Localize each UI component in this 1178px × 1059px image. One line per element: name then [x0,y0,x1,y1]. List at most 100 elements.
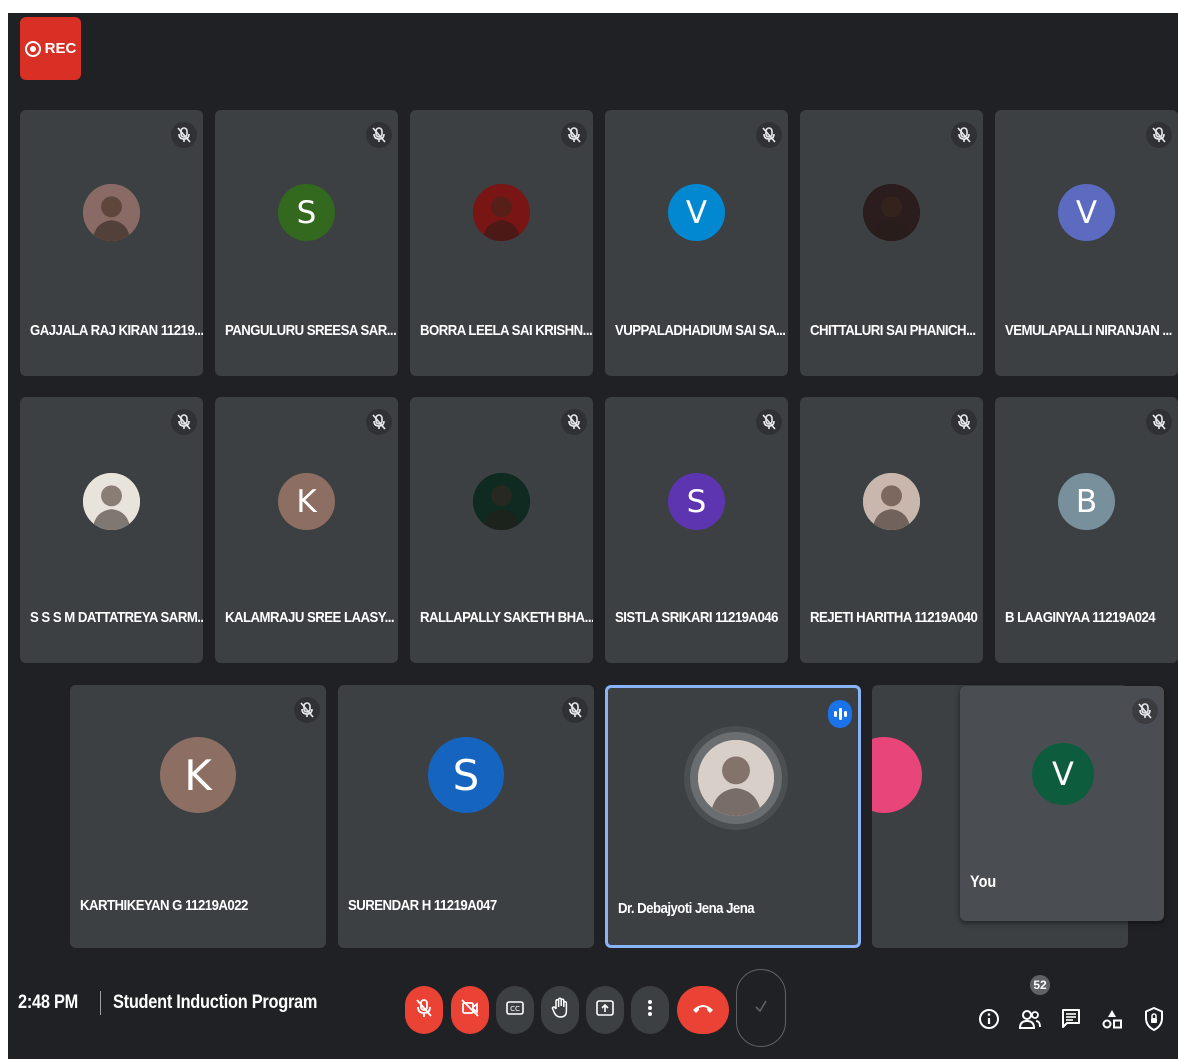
meeting-info: 2:48 PM Student Induction Program [18,991,350,1015]
svg-text:CC: CC [510,1005,520,1013]
mic-off-icon [366,409,392,435]
hidden-tool-button[interactable] [736,969,786,1047]
captions-button[interactable]: CC [496,986,534,1034]
meeting-details-button[interactable] [973,1005,1005,1037]
participant-tile[interactable]: GAJJALA RAJ KIRAN 11219... [20,110,203,376]
mic-off-icon [561,122,587,148]
more-options-icon [647,999,653,1022]
participant-name: REJETI HARITHA 11219A040 [810,609,978,626]
participant-name: GAJJALA RAJ KIRAN 11219... [30,322,203,339]
participant-name: VEMULAPALLI NIRANJAN ... [1005,322,1172,339]
mic-toggle-button[interactable] [405,986,443,1034]
participant-name: KALAMRAJU SREE LAASY... [225,609,395,626]
participant-tile[interactable]: REJETI HARITHA 11219A040 [800,397,983,663]
participant-avatar [698,740,774,816]
activities-icon [1101,1008,1123,1035]
mic-off-icon [1146,122,1172,148]
participant-name: CHITTALURI SAI PHANICH... [810,322,976,339]
mic-off-icon [171,122,197,148]
participant-tile[interactable]: S SURENDAR H 11219A047 [338,685,594,948]
participant-tile[interactable]: K KARTHIKEYAN G 11219A022 [70,685,326,948]
avatar-initial: S [686,483,707,520]
participant-tile[interactable]: CHITTALURI SAI PHANICH... [800,110,983,376]
participant-avatar: S [428,737,504,813]
camera-toggle-button[interactable] [451,986,489,1034]
participant-name: SURENDAR H 11219A047 [348,897,497,914]
participant-tile[interactable]: K KALAMRAJU SREE LAASY... [215,397,398,663]
participant-name: VUPPALADHADIUM SAI SA... [615,322,786,339]
avatar-initial: V [685,194,708,231]
mic-off-icon [171,409,197,435]
avatar-initial: S [296,194,317,231]
avatar-initial: K [296,483,317,520]
participant-name: B LAAGINYAA 11219A024 [1005,609,1156,626]
host-controls-button[interactable] [1138,1005,1170,1037]
participant-tile[interactable]: V VUPPALADHADIUM SAI SA... [605,110,788,376]
participant-tile[interactable]: S PANGULURU SREESA SAR... [215,110,398,376]
participant-name: S S S M DATTATREYA SARM... [30,609,203,626]
chat-button[interactable] [1055,1005,1087,1037]
participant-name: Dr. Debajyoti Jena Jena [618,900,755,917]
mic-off-icon [1132,698,1158,724]
participant-name: SISTLA SRIKARI 11219A046 [615,609,778,626]
mic-off-icon [366,122,392,148]
participant-tile[interactable]: Dr. Debajyoti Jena Jena [605,685,861,948]
mic-off-icon [756,409,782,435]
participant-name: BORRA LEELA SAI KRISHN... [420,322,593,339]
participant-tile[interactable]: S SISTLA SRIKARI 11219A046 [605,397,788,663]
mic-off-icon [416,998,432,1023]
divider [99,991,101,1015]
participant-count: 52 [1033,978,1047,992]
participant-avatar [872,737,922,813]
participant-avatar: K [278,473,335,530]
self-avatar: V [1032,743,1094,805]
activities-button[interactable] [1096,1005,1128,1037]
participant-tile[interactable]: BORRA LEELA SAI KRISHN... [410,110,593,376]
participant-name: KARTHIKEYAN G 11219A022 [80,897,248,914]
chat-icon [1061,1008,1081,1035]
mic-off-icon [951,122,977,148]
mic-off-icon [562,697,588,723]
participant-avatar [473,473,530,530]
info-icon [978,1008,1000,1035]
people-button[interactable] [1014,1005,1046,1037]
meeting-stage: REC GAJJALA RAJ KIRAN 11219... S PANGULURU… [8,13,1178,1059]
record-icon [24,40,41,57]
self-view-label: You [970,872,997,891]
leave-call-icon [691,1001,715,1019]
recording-label: REC [44,40,77,57]
host-controls-icon [1144,1006,1164,1036]
participant-tile[interactable]: V VEMULAPALLI NIRANJAN ... [995,110,1178,376]
participant-name: PANGULURU SREESA SAR... [225,322,397,339]
participant-avatar: S [668,473,725,530]
participant-avatar: S [278,184,335,241]
captions-icon: CC [506,1000,524,1020]
self-view-tile[interactable]: V You [960,686,1164,921]
participant-tile[interactable]: B B LAAGINYAA 11219A024 [995,397,1178,663]
participant-avatar [83,473,140,530]
recording-indicator: REC [20,17,81,80]
participant-avatar [863,184,920,241]
participant-avatar: V [668,184,725,241]
participant-avatar: V [1058,184,1115,241]
participant-avatar [863,473,920,530]
participant-tile[interactable]: S S S M DATTATREYA SARM... [20,397,203,663]
mic-off-icon [756,122,782,148]
participant-avatar [83,184,140,241]
participant-avatar: B [1058,473,1115,530]
more-options-button[interactable] [631,986,669,1034]
raise-hand-button[interactable] [541,986,579,1034]
avatar-initial: S [452,750,480,800]
leave-call-button[interactable] [677,986,729,1034]
participant-tile[interactable]: RALLAPALLY SAKETH BHA... [410,397,593,663]
mic-off-icon [294,697,320,723]
check-icon [753,998,769,1019]
present-button[interactable] [586,986,624,1034]
mic-off-icon [1146,409,1172,435]
participant-avatar: K [160,737,236,813]
present-icon [596,999,614,1021]
avatar-initial: V [1075,194,1098,231]
participant-avatar [473,184,530,241]
meeting-time: 2:48 PM [18,992,78,1013]
mic-off-icon [561,409,587,435]
